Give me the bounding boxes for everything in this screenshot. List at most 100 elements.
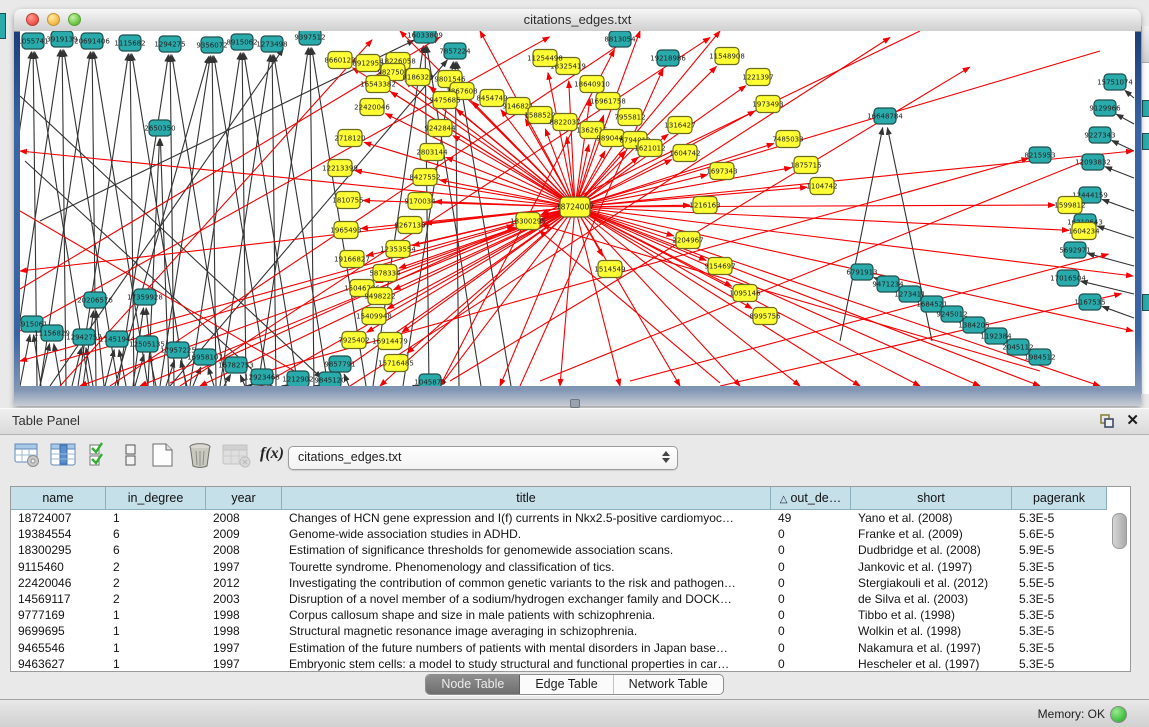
graph-node[interactable]: 15716485 [378, 355, 414, 372]
column-header-year[interactable]: year [206, 487, 282, 510]
column-header-pagerank[interactable]: pagerank [1012, 487, 1107, 510]
table-row[interactable]: 946554611997Estimation of the future num… [11, 640, 1130, 656]
column-header-short[interactable]: short [851, 487, 1012, 510]
graph-node[interactable]: 2718120 [334, 130, 365, 147]
graph-node[interactable]: 8813054 [604, 31, 636, 47]
graph-node[interactable]: 8267130 [394, 217, 425, 234]
graph-node[interactable]: 16961758 [590, 93, 626, 110]
graph-node[interactable]: 1965493 [330, 222, 361, 239]
graph-node[interactable]: 1604742 [669, 145, 700, 162]
graph-node[interactable]: 8427552 [409, 169, 440, 186]
graph-node[interactable]: 9154697 [704, 258, 735, 275]
graph-node[interactable]: 8660123 [324, 52, 355, 69]
graph-node[interactable]: 1167535 [1074, 294, 1105, 310]
graph-node[interactable]: 18640910 [574, 76, 610, 93]
close-panel-icon[interactable]: ✕ [1126, 411, 1139, 429]
graph-node[interactable]: 8915062 [226, 34, 257, 50]
graph-node[interactable]: 18724007 [556, 197, 594, 217]
graph-node[interactable]: 1984512 [1024, 349, 1055, 365]
column-header-title[interactable]: title [282, 487, 771, 510]
graph-node[interactable]: 1115682 [114, 35, 145, 51]
graph-node[interactable]: 1875715 [790, 157, 821, 174]
graph-node[interactable]: 1212902 [282, 371, 313, 386]
graph-node[interactable]: 3919139 [46, 31, 77, 47]
scrollbar-thumb[interactable] [1112, 513, 1127, 549]
graph-node[interactable]: 12353554 [380, 241, 416, 258]
graph-node[interactable]: 1810755 [332, 192, 363, 209]
graph-node[interactable]: 2204967 [672, 232, 703, 249]
graph-node[interactable]: 6791913 [846, 264, 877, 280]
graph-node[interactable]: 1055741 [20, 33, 49, 49]
graph-node[interactable]: 1604234 [1068, 223, 1100, 240]
graph-node[interactable]: 1316427 [664, 117, 695, 134]
graph-node[interactable]: 12942757 [66, 329, 102, 345]
select-columns-icon[interactable] [88, 442, 112, 473]
graph-node[interactable]: 15751074 [1097, 74, 1133, 90]
graph-node[interactable]: 1045873 [414, 374, 445, 386]
graph-node[interactable]: 1216163 [689, 197, 720, 214]
graph-node[interactable]: 1697343 [706, 163, 737, 180]
graph-node[interactable]: 1294275 [154, 36, 185, 52]
graph-node[interactable]: 15409948 [356, 308, 392, 325]
graph-node[interactable]: 1273498 [256, 36, 287, 52]
graph-node[interactable]: 9498222 [364, 288, 395, 305]
graph-node[interactable]: 7955812 [614, 109, 645, 126]
tab-edge-table[interactable]: Edge Table [520, 675, 613, 694]
table-row[interactable]: 1456911722003Disruption of a novel membe… [11, 591, 1130, 607]
graph-node[interactable]: 16914479 [372, 333, 408, 350]
graph-node[interactable]: 5692971 [1059, 242, 1090, 258]
network-canvas[interactable]: 10557413919139206914061115682 1294275 9356… [20, 31, 1135, 386]
graph-node[interactable]: 19218986 [650, 50, 686, 66]
graph-node[interactable]: 7857224 [439, 43, 471, 59]
graph-node[interactable]: 1095146 [729, 285, 761, 302]
show-columns-icon[interactable] [50, 442, 77, 473]
table-row[interactable]: 911546021997Tourette syndrome. Phenomeno… [11, 559, 1130, 575]
graph-node[interactable]: 12923468 [244, 369, 280, 385]
graph-node[interactable]: 1514549 [594, 261, 625, 278]
graph-node[interactable]: 20206576 [77, 292, 113, 308]
column-header-indegree[interactable]: in_degree [106, 487, 206, 510]
citation-network-graph[interactable]: 10557413919139206914061115682 1294275 9356… [20, 31, 1135, 386]
graph-node[interactable]: 2650350 [144, 120, 175, 136]
delete-table-icon[interactable] [186, 442, 214, 474]
graph-node[interactable]: 1621012 [634, 140, 665, 157]
table-row[interactable]: 1830029562008Estimation of significance … [11, 542, 1130, 558]
graph-node[interactable]: 8186328 [402, 69, 433, 86]
graph-node[interactable]: 2803144 [416, 144, 448, 161]
graph-node[interactable]: 1599812 [1054, 197, 1085, 214]
graph-node[interactable]: 9475685 [429, 92, 460, 109]
table-options-icon[interactable] [14, 442, 41, 473]
column-header-outde[interactable]: △out_de… [771, 487, 851, 510]
graph-node[interactable]: 7925402 [338, 332, 369, 349]
table-scrollbar[interactable] [1111, 513, 1126, 668]
new-table-icon[interactable] [150, 442, 176, 474]
table-row[interactable]: 2242004622012Investigating the contribut… [11, 575, 1130, 591]
table-row[interactable]: 969969511998Structural magnetic resonanc… [11, 623, 1130, 639]
graph-node[interactable]: 9356072 [196, 37, 227, 53]
graph-node[interactable]: 11548908 [709, 48, 745, 65]
splitter-handle[interactable] [570, 399, 580, 408]
graph-node[interactable]: 20691406 [74, 33, 110, 49]
graph-node[interactable]: 1221397 [742, 69, 773, 86]
graph-node[interactable]: 8995756 [749, 308, 781, 325]
graph-node[interactable]: 9242844 [424, 120, 456, 137]
graph-node[interactable]: 12213399 [322, 160, 358, 177]
function-builder-icon[interactable]: f(x) [260, 445, 284, 463]
memory-indicator[interactable] [1110, 706, 1127, 723]
column-header-name[interactable]: name [11, 487, 106, 510]
table-selector[interactable]: citations_edges.txt [288, 446, 678, 470]
graph-node[interactable]: 9857791 [324, 356, 355, 372]
tab-node-table[interactable]: Node Table [426, 675, 520, 694]
graph-node[interactable]: 1104742 [806, 178, 837, 195]
tab-network-table[interactable]: Network Table [614, 675, 723, 694]
graph-node[interactable]: 9397512 [294, 31, 325, 45]
graph-node[interactable]: 5878334 [369, 265, 401, 282]
table-row[interactable]: 977716911998Corpus callosum shape and si… [11, 607, 1130, 623]
graph-node[interactable]: 9227343 [1084, 127, 1115, 143]
graph-node[interactable]: 9129966 [1089, 100, 1121, 116]
graph-node[interactable]: 17016504 [1050, 270, 1086, 286]
graph-node[interactable]: 8215953 [1024, 147, 1055, 163]
float-panel-icon[interactable] [1099, 413, 1115, 429]
graph-node[interactable]: 1973493 [752, 96, 783, 113]
row-height-icon[interactable] [124, 442, 138, 473]
